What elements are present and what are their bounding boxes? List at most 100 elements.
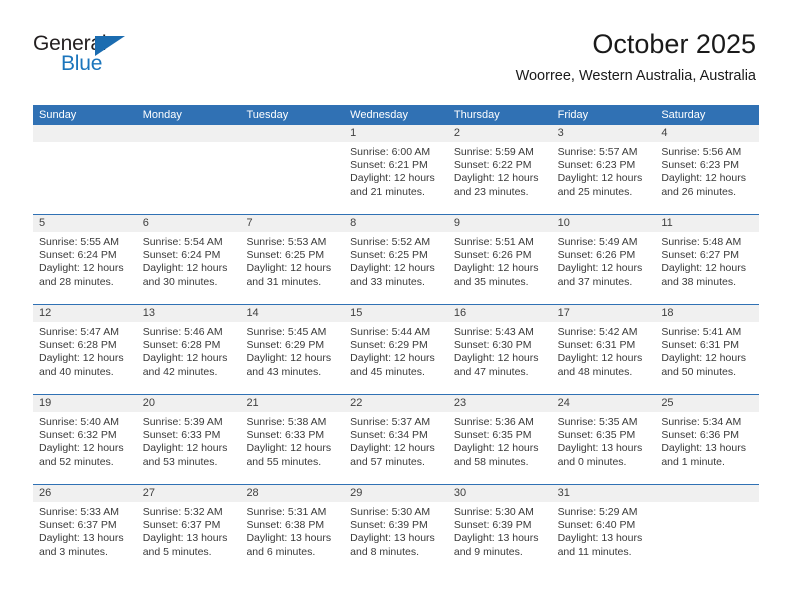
day-number-band: 3	[551, 125, 656, 142]
day-number: 22	[350, 397, 363, 409]
sunset-text: Sunset: 6:37 PM	[142, 519, 221, 532]
day-cell[interactable]: 2 Sunrise: 5:59 AM Sunset: 6:22 PM Dayli…	[447, 125, 552, 214]
sunset-text: Sunset: 6:32 PM	[39, 429, 117, 442]
day-cell[interactable]	[240, 125, 345, 214]
page-subtitle: Woorree, Western Australia, Australia	[515, 68, 756, 84]
day-details: Sunrise: 6:00 AM Sunset: 6:21 PM Dayligh…	[344, 142, 448, 199]
day-number: 9	[453, 217, 460, 229]
day-cell[interactable]: 1 Sunrise: 6:00 AM Sunset: 6:21 PM Dayli…	[344, 125, 448, 214]
day-cell[interactable]: 8 Sunrise: 5:52 AM Sunset: 6:25 PM Dayli…	[344, 215, 448, 304]
daylight-text-line2: and 50 minutes.	[661, 365, 737, 378]
day-cell[interactable]: 28 Sunrise: 5:31 AM Sunset: 6:38 PM Dayl…	[240, 485, 345, 575]
daylight-text-line1: Daylight: 12 hours	[246, 352, 332, 365]
day-cell[interactable]: 20 Sunrise: 5:39 AM Sunset: 6:33 PM Dayl…	[136, 395, 241, 484]
day-cell[interactable]: 12 Sunrise: 5:47 AM Sunset: 6:28 PM Dayl…	[33, 305, 137, 394]
day-cell[interactable]: 21 Sunrise: 5:38 AM Sunset: 6:33 PM Dayl…	[240, 395, 345, 484]
day-cell[interactable]	[655, 485, 760, 575]
sunset-text: Sunset: 6:24 PM	[39, 249, 117, 262]
day-cell[interactable]: 18 Sunrise: 5:41 AM Sunset: 6:31 PM Dayl…	[655, 305, 760, 394]
sunset-text: Sunset: 6:28 PM	[142, 339, 221, 352]
day-number-band: 25	[655, 395, 760, 412]
daylight-text-line1: Daylight: 13 hours	[350, 532, 435, 545]
day-details: Sunrise: 5:30 AM Sunset: 6:39 PM Dayligh…	[344, 502, 448, 559]
weekday-header-saturday: Saturday	[661, 109, 706, 121]
sunset-text: Sunset: 6:35 PM	[453, 429, 532, 442]
day-cell[interactable]: 27 Sunrise: 5:32 AM Sunset: 6:37 PM Dayl…	[136, 485, 241, 575]
day-cell[interactable]: 14 Sunrise: 5:45 AM Sunset: 6:29 PM Dayl…	[240, 305, 345, 394]
day-cell[interactable]: 25 Sunrise: 5:34 AM Sunset: 6:36 PM Dayl…	[655, 395, 760, 484]
day-cell[interactable]: 11 Sunrise: 5:48 AM Sunset: 6:27 PM Dayl…	[655, 215, 760, 304]
daylight-text-line2: and 31 minutes.	[246, 275, 322, 288]
day-details: Sunrise: 5:38 AM Sunset: 6:33 PM Dayligh…	[240, 412, 344, 469]
daylight-text-line1: Daylight: 12 hours	[557, 172, 643, 185]
day-details: Sunrise: 5:47 AM Sunset: 6:28 PM Dayligh…	[33, 322, 137, 379]
weekday-header-tuesday: Tuesday	[246, 109, 289, 121]
day-cell[interactable]: 17 Sunrise: 5:42 AM Sunset: 6:31 PM Dayl…	[551, 305, 656, 394]
general-blue-logo[interactable]: General Blue	[33, 32, 153, 82]
day-number-band: 24	[551, 395, 656, 412]
daylight-text-line2: and 52 minutes.	[39, 455, 114, 468]
daylight-text-line2: and 1 minute.	[661, 455, 725, 468]
sunset-text: Sunset: 6:40 PM	[557, 519, 636, 532]
day-details: Sunrise: 5:29 AM Sunset: 6:40 PM Dayligh…	[552, 502, 656, 559]
day-number-band: 26	[33, 485, 137, 502]
sunrise-text: Sunrise: 5:56 AM	[661, 146, 742, 158]
day-details	[655, 502, 759, 506]
day-number-band: 4	[655, 125, 760, 142]
weekday-header-row: Sunday Monday Tuesday Wednesday Thursday…	[33, 105, 759, 125]
day-cell[interactable]: 30 Sunrise: 5:30 AM Sunset: 6:39 PM Dayl…	[447, 485, 552, 575]
calendar-grid: Sunday Monday Tuesday Wednesday Thursday…	[33, 105, 760, 575]
day-cell[interactable]: 15 Sunrise: 5:44 AM Sunset: 6:29 PM Dayl…	[344, 305, 448, 394]
week-row: 1 Sunrise: 6:00 AM Sunset: 6:21 PM Dayli…	[33, 125, 760, 215]
day-number-band: 16	[447, 305, 552, 322]
day-cell[interactable]: 22 Sunrise: 5:37 AM Sunset: 6:34 PM Dayl…	[344, 395, 448, 484]
day-cell[interactable]: 10 Sunrise: 5:49 AM Sunset: 6:26 PM Dayl…	[551, 215, 656, 304]
sunset-text: Sunset: 6:39 PM	[453, 519, 532, 532]
day-cell[interactable]: 29 Sunrise: 5:30 AM Sunset: 6:39 PM Dayl…	[344, 485, 448, 575]
day-cell[interactable]: 24 Sunrise: 5:35 AM Sunset: 6:35 PM Dayl…	[551, 395, 656, 484]
day-cell[interactable]: 19 Sunrise: 5:40 AM Sunset: 6:32 PM Dayl…	[33, 395, 137, 484]
day-cell[interactable]: 31 Sunrise: 5:29 AM Sunset: 6:40 PM Dayl…	[551, 485, 656, 575]
logo-text-blue: Blue	[61, 52, 103, 75]
day-cell[interactable]	[33, 125, 137, 214]
day-cell[interactable]: 13 Sunrise: 5:46 AM Sunset: 6:28 PM Dayl…	[136, 305, 241, 394]
day-number: 4	[661, 127, 668, 139]
sunset-text: Sunset: 6:35 PM	[557, 429, 636, 442]
day-cell[interactable]: 23 Sunrise: 5:36 AM Sunset: 6:35 PM Dayl…	[447, 395, 552, 484]
sunrise-text: Sunrise: 5:45 AM	[246, 326, 327, 338]
sunrise-text: Sunrise: 5:52 AM	[350, 236, 431, 248]
day-cell[interactable]	[136, 125, 241, 214]
daylight-text-line1: Daylight: 13 hours	[453, 532, 539, 545]
day-cell[interactable]: 16 Sunrise: 5:43 AM Sunset: 6:30 PM Dayl…	[447, 305, 552, 394]
sunrise-text: Sunrise: 5:53 AM	[246, 236, 327, 248]
daylight-text-line1: Daylight: 12 hours	[39, 442, 124, 455]
sunset-text: Sunset: 6:26 PM	[453, 249, 532, 262]
daylight-text-line1: Daylight: 12 hours	[350, 172, 435, 185]
daylight-text-line2: and 9 minutes.	[453, 545, 523, 558]
sunset-text: Sunset: 6:38 PM	[246, 519, 325, 532]
day-cell[interactable]: 9 Sunrise: 5:51 AM Sunset: 6:26 PM Dayli…	[447, 215, 552, 304]
day-number-band: 23	[447, 395, 552, 412]
daylight-text-line1: Daylight: 12 hours	[661, 172, 746, 185]
daylight-text-line2: and 55 minutes.	[246, 455, 322, 468]
day-cell[interactable]: 6 Sunrise: 5:54 AM Sunset: 6:24 PM Dayli…	[136, 215, 241, 304]
daylight-text-line1: Daylight: 13 hours	[661, 442, 746, 455]
masthead: General Blue October 2025 Woorree, Weste…	[0, 0, 792, 100]
day-cell[interactable]: 7 Sunrise: 5:53 AM Sunset: 6:25 PM Dayli…	[240, 215, 345, 304]
day-cell[interactable]: 4 Sunrise: 5:56 AM Sunset: 6:23 PM Dayli…	[655, 125, 760, 214]
day-cell[interactable]: 26 Sunrise: 5:33 AM Sunset: 6:37 PM Dayl…	[33, 485, 137, 575]
day-cell[interactable]: 3 Sunrise: 5:57 AM Sunset: 6:23 PM Dayli…	[551, 125, 656, 214]
daylight-text-line2: and 25 minutes.	[557, 185, 633, 198]
day-details: Sunrise: 5:39 AM Sunset: 6:33 PM Dayligh…	[137, 412, 241, 469]
weekday-header-sunday: Sunday	[39, 109, 77, 121]
day-cell[interactable]: 5 Sunrise: 5:55 AM Sunset: 6:24 PM Dayli…	[33, 215, 137, 304]
day-number-band: 30	[447, 485, 552, 502]
sunset-text: Sunset: 6:39 PM	[350, 519, 428, 532]
sunrise-text: Sunrise: 5:40 AM	[39, 416, 119, 428]
sunset-text: Sunset: 6:27 PM	[661, 249, 739, 262]
daylight-text-line2: and 45 minutes.	[350, 365, 425, 378]
sunset-text: Sunset: 6:23 PM	[557, 159, 636, 172]
day-number-band: 15	[344, 305, 448, 322]
sunrise-text: Sunrise: 5:30 AM	[350, 506, 431, 518]
day-number-band: 13	[136, 305, 241, 322]
